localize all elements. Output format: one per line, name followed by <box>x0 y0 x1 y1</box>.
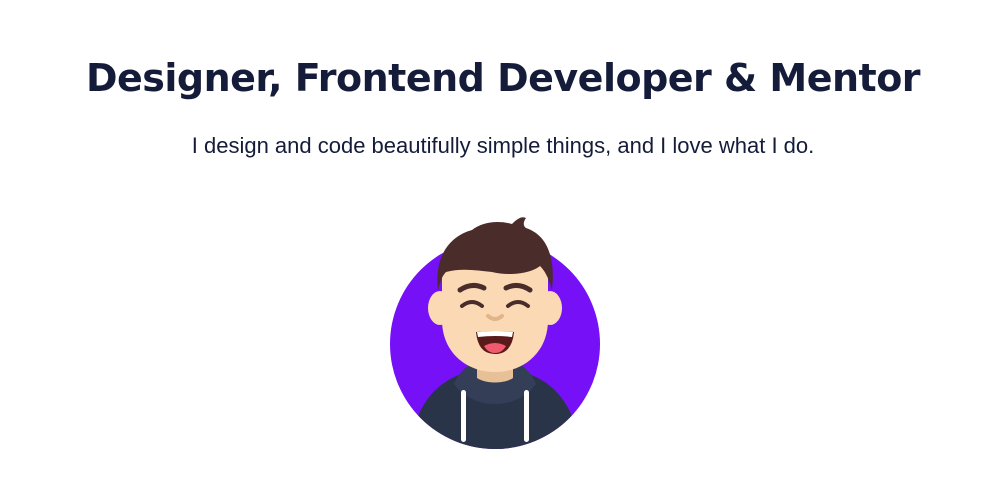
hero-section: Designer, Frontend Developer & Mentor I … <box>0 0 1006 498</box>
page-title: Designer, Frontend Developer & Mentor <box>85 56 921 100</box>
hero-tagline: I design and code beautifully simple thi… <box>191 133 815 158</box>
avatar <box>390 217 600 449</box>
drawstring-right <box>524 390 529 442</box>
drawstring-left <box>461 390 466 442</box>
